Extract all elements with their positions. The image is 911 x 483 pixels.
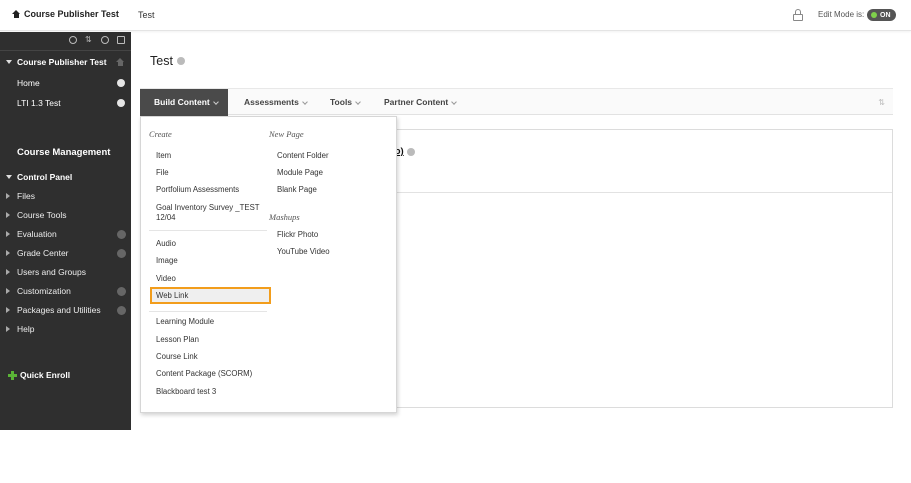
menu-divider: [149, 230, 267, 231]
menu-item-learning-module[interactable]: Learning Module: [156, 317, 214, 327]
lock-icon[interactable]: [793, 9, 804, 21]
control-item-label: Help: [17, 324, 35, 334]
control-item-label: Packages and Utilities: [17, 305, 101, 315]
menu-item-audio[interactable]: Audio: [156, 239, 176, 249]
menu-item-flickr-photo[interactable]: Flickr Photo: [277, 230, 318, 240]
menu-item-portfolium[interactable]: Portfolium Assessments: [156, 185, 239, 195]
course-menu-sidebar: ⇅ Course Publisher Test Home LTI 1.3 Tes…: [0, 32, 131, 430]
menu-item-blank-page[interactable]: Blank Page: [277, 185, 317, 195]
control-item-label: Files: [17, 191, 35, 201]
chevron-down-icon: [301, 98, 308, 105]
sidebar-item-lti-test[interactable]: LTI 1.3 Test: [0, 93, 131, 113]
control-item-course-tools[interactable]: Course Tools: [0, 206, 131, 225]
action-label: Assessments: [244, 97, 299, 107]
breadcrumb-current: Test: [138, 10, 155, 20]
menu-item-video[interactable]: Video: [156, 274, 176, 284]
build-content-button[interactable]: Build Content: [140, 89, 228, 116]
edit-mode-label: Edit Mode is:: [818, 10, 865, 19]
control-item-grade-center[interactable]: Grade Center: [0, 244, 131, 263]
menu-item-content-folder[interactable]: Content Folder: [277, 151, 329, 161]
page-options-icon[interactable]: [176, 57, 185, 65]
control-item-users-groups[interactable]: Users and Groups: [0, 263, 131, 282]
menu-badge-icon: [117, 249, 126, 258]
add-menu-item-icon[interactable]: [69, 36, 77, 44]
assessments-button[interactable]: Assessments: [244, 89, 308, 116]
menu-item-course-link[interactable]: Course Link: [156, 352, 198, 362]
chevron-down-icon: [212, 98, 219, 105]
app-window: Course Publisher Test Test Edit Mode is:…: [0, 0, 911, 483]
action-label: Tools: [330, 97, 353, 107]
control-item-label: Users and Groups: [17, 267, 86, 277]
action-label: Partner Content: [384, 97, 449, 107]
edit-mode-value: ON: [880, 11, 891, 19]
menu-item-goal-inventory-date[interactable]: 12/04: [156, 213, 176, 223]
menu-item-content-package[interactable]: Content Package (SCORM): [156, 369, 252, 379]
control-item-label: Customization: [17, 286, 71, 296]
sidebar-course-title[interactable]: Course Publisher Test: [0, 51, 131, 73]
toggle-indicator: [871, 12, 877, 18]
plus-icon: [8, 370, 17, 380]
reorder-icon[interactable]: ⇅: [85, 36, 93, 44]
menu-item-blackboard-test[interactable]: Blackboard test 3: [156, 387, 216, 397]
sidebar-course-title-label: Course Publisher Test: [17, 57, 107, 67]
visibility-icon: [117, 99, 125, 107]
control-item-label: Course Tools: [17, 210, 67, 220]
home-icon: [12, 9, 21, 19]
item-options-icon[interactable]: [406, 147, 415, 156]
build-content-menu: Create Item File Portfolium Assessments …: [140, 116, 397, 413]
menu-item-lesson-plan[interactable]: Lesson Plan: [156, 335, 199, 345]
menu-item-web-link[interactable]: Web Link: [150, 287, 271, 304]
menu-item-goal-inventory[interactable]: Goal Inventory Survey _TEST: [156, 203, 260, 213]
create-heading: Create: [149, 129, 172, 139]
sidebar-item-home[interactable]: Home: [0, 73, 131, 93]
visibility-icon: [117, 79, 125, 87]
control-item-label: Grade Center: [17, 248, 69, 258]
page-title-text: Test: [150, 54, 173, 68]
course-home-icon[interactable]: [116, 58, 125, 66]
menu-item-item[interactable]: Item: [156, 151, 171, 161]
quick-enroll-link[interactable]: Quick Enroll: [8, 370, 70, 380]
sort-icon[interactable]: ⇅: [878, 98, 885, 107]
menu-divider: [149, 311, 267, 312]
control-item-files[interactable]: Files: [0, 187, 131, 206]
new-page-heading: New Page: [269, 129, 304, 139]
sidebar-toolbar: ⇅: [0, 32, 131, 50]
partner-content-button[interactable]: Partner Content: [384, 89, 458, 116]
course-management-header: Course Management: [17, 147, 111, 158]
control-item-customization[interactable]: Customization: [0, 282, 131, 301]
control-item-label: Evaluation: [17, 229, 57, 239]
menu-item-module-page[interactable]: Module Page: [277, 168, 323, 178]
sidebar-item-label: LTI 1.3 Test: [17, 98, 61, 108]
action-bar: Build Content Assessments Tools Partner …: [140, 88, 893, 116]
quick-enroll-label: Quick Enroll: [20, 370, 71, 380]
control-item-packages[interactable]: Packages and Utilities: [0, 301, 131, 320]
refresh-icon[interactable]: [101, 36, 109, 44]
menu-badge-icon: [117, 306, 126, 315]
top-bar: Course Publisher Test Test Edit Mode is:…: [0, 0, 911, 31]
menu-item-image[interactable]: Image: [156, 256, 178, 266]
sidebar-item-label: Home: [17, 78, 40, 88]
control-item-help[interactable]: Help: [0, 320, 131, 339]
menu-item-youtube-video[interactable]: YouTube Video: [277, 247, 330, 257]
menu-badge-icon: [117, 230, 126, 239]
menu-badge-icon: [117, 287, 126, 296]
breadcrumb-course-label: Course Publisher Test: [24, 9, 119, 19]
breadcrumb-course[interactable]: Course Publisher Test: [12, 9, 119, 19]
chevron-down-icon: [451, 98, 458, 105]
edit-mode-toggle[interactable]: ON: [867, 9, 896, 21]
chevron-down-icon: [355, 98, 361, 105]
tools-button[interactable]: Tools: [330, 89, 361, 116]
page-title: Test: [150, 54, 185, 68]
folder-view-icon[interactable]: [117, 36, 125, 44]
menu-item-file[interactable]: File: [156, 168, 169, 178]
control-panel-header[interactable]: Control Panel: [0, 167, 131, 187]
mashups-heading: Mashups: [269, 212, 300, 222]
action-label: Build Content: [154, 97, 210, 107]
control-item-evaluation[interactable]: Evaluation: [0, 225, 131, 244]
